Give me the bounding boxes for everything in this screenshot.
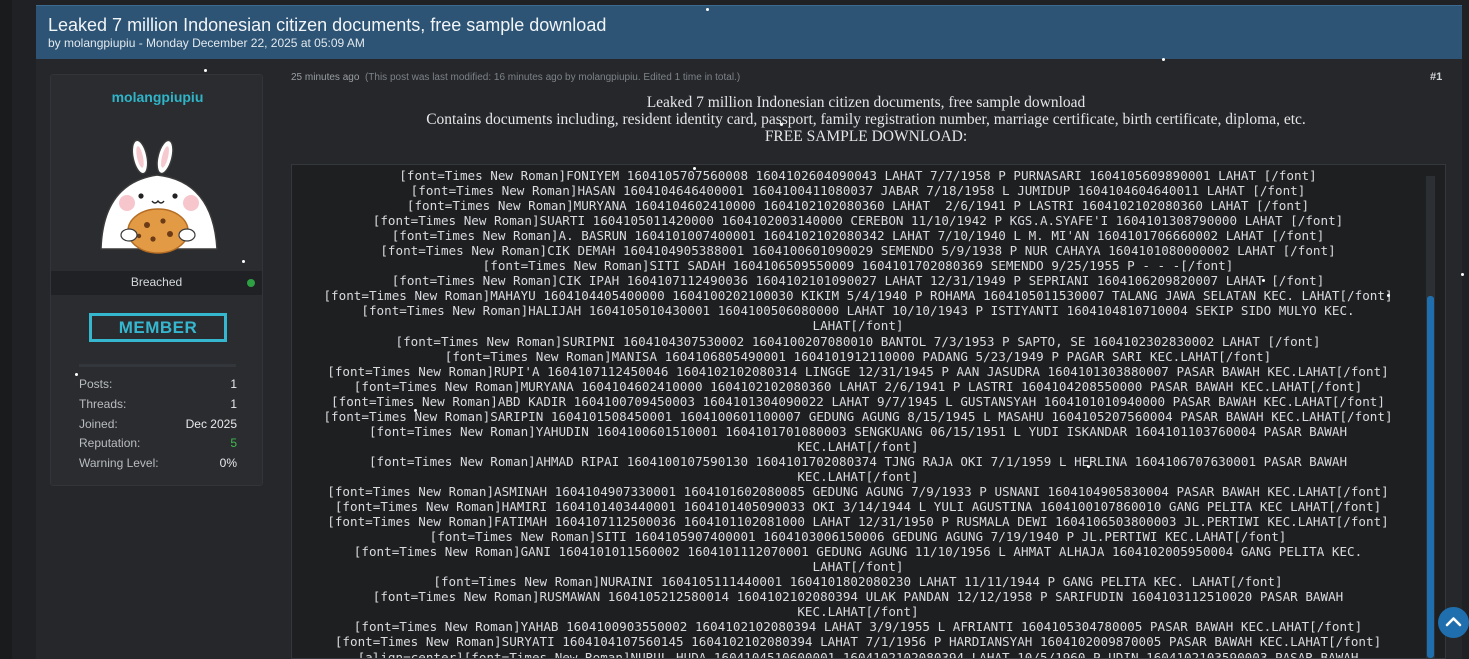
- code-line: [font=Times New Roman]MANISA 16041068054…: [444, 348, 1272, 364]
- stat-threads: Threads: 1: [79, 397, 237, 417]
- stat-label: Joined:: [79, 416, 118, 431]
- stat-value[interactable]: 1: [230, 377, 237, 391]
- code-line: [font=Times New Roman]MURYANA 1604104602…: [353, 378, 1363, 394]
- code-line: [font=Times New Roman]SURIPNI 1604104307…: [395, 333, 1321, 349]
- scroll-to-top-button[interactable]: [1438, 607, 1469, 638]
- user-stats: Posts: 1 Threads: 1 Joined: Dec 2025 Rep…: [79, 377, 237, 476]
- code-line: LAHAT[/font]: [812, 559, 904, 575]
- code-scrollbar[interactable]: [1426, 176, 1435, 658]
- usertitle: Breached: [130, 275, 183, 289]
- usertitle-bar: Breached: [51, 271, 262, 295]
- speck: [1387, 294, 1390, 297]
- stat-label: Reputation:: [79, 436, 141, 451]
- code-line: [align=center][font=Times New Roman]NURU…: [357, 649, 1359, 659]
- stat-reputation: Reputation: 5: [79, 436, 237, 456]
- code-line: LAHAT[/font]: [812, 318, 904, 334]
- code-line: [font=Times New Roman]HAMIRI 16041014034…: [334, 499, 1382, 515]
- stat-label: Threads:: [79, 396, 127, 411]
- stat-value[interactable]: 1: [230, 397, 237, 411]
- stat-value: Dec 2025: [185, 416, 237, 431]
- code-line: [font=Times New Roman]SITI 1604105907400…: [429, 529, 1287, 545]
- speck: [706, 8, 709, 11]
- sample-label: FREE SAMPLE DOWNLOAD:: [764, 128, 968, 145]
- code-line: [font=Times New Roman]MAHAYU 16041044054…: [323, 288, 1393, 304]
- code-line: [font=Times New Roman]YAHAB 160410090355…: [353, 619, 1363, 635]
- speck: [242, 260, 245, 263]
- code-line: KEC.LAHAT[/font]: [797, 604, 919, 620]
- code-line: [font=Times New Roman]CIK DEMAH 16041049…: [380, 243, 1336, 259]
- code-line: [font=Times New Roman]NURAINI 1604105111…: [433, 574, 1283, 590]
- code-line: [font=Times New Roman]SARIPIN 1604101508…: [323, 408, 1393, 424]
- code-line: [font=Times New Roman]FONIYEM 1604105707…: [399, 168, 1317, 183]
- code-line: [font=Times New Roman]ASMINAH 1604104907…: [327, 483, 1389, 499]
- code-line: [font=Times New Roman]SURYATI 1604104107…: [334, 634, 1382, 650]
- speck: [1162, 58, 1165, 61]
- code-line: [font=Times New Roman]FATIMAH 1604107112…: [327, 514, 1389, 530]
- user-panel: molangpiupiu Breached MEMBER Posts: 1 Th…: [50, 74, 263, 486]
- stat-value[interactable]: 5: [230, 436, 237, 450]
- speck: [75, 373, 78, 376]
- stat-warning-level: Warning Level: 0%: [79, 456, 237, 476]
- code-line: [font=Times New Roman]SUARTI 16041050114…: [372, 213, 1344, 229]
- code-line: [font=Times New Roman]CIK IPAH 160410711…: [391, 273, 1325, 289]
- thread-title: Leaked 7 million Indonesian citizen docu…: [48, 15, 607, 35]
- code-scrollbar-thumb[interactable]: [1427, 296, 1434, 658]
- stat-joined: Joined: Dec 2025: [79, 417, 237, 437]
- code-line: [font=Times New Roman]RUSMAWAN 160410521…: [372, 589, 1344, 605]
- page-left-edge: [0, 0, 12, 659]
- stat-posts: Posts: 1: [79, 377, 237, 397]
- post-modified-note: (This post was last modified: 16 minutes…: [364, 72, 741, 83]
- post-time: 25 minutes ago: [291, 72, 360, 83]
- code-line: [font=Times New Roman]RUPI'A 16041071124…: [327, 363, 1389, 379]
- code-line: [font=Times New Roman]A. BASRUN 16041010…: [391, 228, 1325, 244]
- chevron-up-icon: [1445, 617, 1462, 627]
- online-dot-icon: [247, 279, 255, 287]
- code-line: [font=Times New Roman]HASAN 160410464640…: [410, 183, 1306, 199]
- code-block[interactable]: [font=Times New Roman]FONIYEM 1604105707…: [291, 164, 1446, 659]
- post-number-link[interactable]: #1: [1430, 71, 1442, 83]
- thread-byline: by molangpiupiu - Monday December 22, 20…: [48, 36, 365, 50]
- code-line: [font=Times New Roman]MURYANA 1604104602…: [406, 198, 1310, 214]
- post-meta: 25 minutes ago (This post was last modif…: [291, 72, 740, 83]
- stat-value[interactable]: 0%: [220, 456, 237, 470]
- post-header: Leaked 7 million Indonesian citizen docu…: [291, 94, 1441, 145]
- thread-header: Leaked 7 million Indonesian citizen docu…: [36, 5, 1462, 59]
- code-line: [font=Times New Roman]SITI SADAH 1604106…: [482, 258, 1234, 274]
- speck: [1087, 465, 1090, 468]
- stats-divider: [79, 364, 236, 367]
- code-line: KEC.LAHAT[/font]: [797, 438, 919, 454]
- code-line: KEC.LAHAT[/font]: [797, 468, 919, 484]
- stat-label: Posts:: [79, 377, 113, 391]
- stat-label: Warning Level:: [79, 456, 159, 471]
- code-line: [font=Times New Roman]GANI 1604101011560…: [353, 544, 1363, 560]
- rank-badge: MEMBER: [89, 313, 227, 342]
- speck: [1461, 273, 1464, 276]
- post-subheading: Contains documents including, resident i…: [426, 111, 1306, 128]
- code-line: [font=Times New Roman]AHMAD RIPAI 160410…: [368, 453, 1348, 469]
- avatar[interactable]: [97, 135, 219, 255]
- post-heading: Leaked 7 million Indonesian citizen docu…: [646, 94, 1086, 111]
- speck: [414, 409, 417, 412]
- speck: [693, 167, 696, 170]
- speck: [780, 123, 783, 126]
- speck: [204, 69, 207, 72]
- speck: [1262, 279, 1265, 282]
- code-line: [font=Times New Roman]YAHUDIN 1604100601…: [368, 423, 1348, 439]
- username-link[interactable]: molangpiupiu: [51, 89, 264, 105]
- code-line: [font=Times New Roman]ABD KADIR 16041007…: [331, 393, 1385, 409]
- code-line: [font=Times New Roman]HALIJAH 1604105010…: [361, 303, 1355, 319]
- code-content: [font=Times New Roman]FONIYEM 1604105707…: [296, 168, 1420, 659]
